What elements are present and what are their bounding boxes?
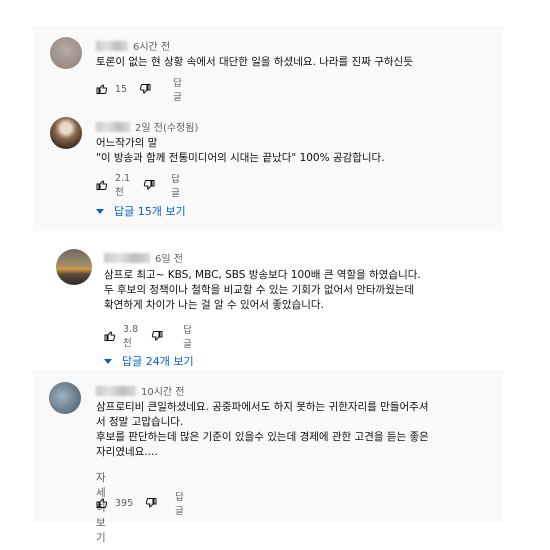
comment-line: 토론이 없는 현 상황 속에서 대단한 일을 하셨네요. 나라를 진짜 구하신듯 <box>96 56 413 68</box>
like-count: 2.1천 <box>115 172 131 198</box>
like-count: 395 <box>115 497 134 509</box>
reply-button[interactable]: 답글 <box>171 171 183 199</box>
comment-line: 확연하게 차이가 나는 걸 알 수 있어서 좋았습니다. <box>104 299 324 311</box>
comment-meta: 6일 전 <box>104 250 183 265</box>
avatar[interactable] <box>50 117 82 149</box>
thumbs-down-icon[interactable] <box>143 178 155 192</box>
comment-line: 두 후보의 정책이나 철학을 비교할 수 있는 기회가 없어서 안타까웠는데 <box>104 284 415 296</box>
avatar[interactable] <box>56 249 92 285</box>
comment-text: 토론이 없는 현 상황 속에서 대단한 일을 하셨네요. 나라를 진짜 구하신듯 <box>96 55 413 70</box>
like-count: 15 <box>115 83 128 95</box>
avatar[interactable] <box>50 37 82 69</box>
comment-actions: 2.1천 답글 <box>96 173 183 199</box>
view-replies-button[interactable]: 답글 24개 보기 <box>104 353 194 369</box>
comment-meta: 2일 전(수정됨) <box>96 119 198 134</box>
comment-line: 후보를 판단하는데 많은 기준이 있을수 있는데 경제에 관한 고견을 듣는 좋… <box>96 431 429 443</box>
author-name-blurred[interactable] <box>96 121 130 132</box>
thumbs-up-icon[interactable] <box>104 329 116 343</box>
comment-time[interactable]: 10시간 전 <box>141 383 185 398</box>
caret-down-icon <box>96 208 104 214</box>
comment-time[interactable]: 2일 전(수정됨) <box>135 119 198 134</box>
comment-line: 삼프로 최고~ KBS, MBC, SBS 방송보다 100배 큰 역할을 하였… <box>104 269 421 281</box>
thumbs-up-icon[interactable] <box>96 178 108 192</box>
thumbs-down-icon[interactable] <box>151 329 163 343</box>
comment-line: 서 정말 고맙습니다. <box>96 416 184 428</box>
reply-button[interactable]: 답글 <box>173 75 186 103</box>
comment-text: 어느작가의 말 "이 방송과 함께 전통미디어의 시대는 끝났다" 100% 공… <box>96 136 385 166</box>
view-replies-label: 답글 15개 보기 <box>114 205 186 218</box>
comment-actions: 395 답글 <box>96 492 188 517</box>
comment-line: 어느작가의 말 <box>96 137 158 149</box>
comment-time[interactable]: 6일 전 <box>155 250 183 265</box>
thumbs-up-icon[interactable] <box>96 82 108 96</box>
comment-actions: 15 답글 <box>96 78 186 103</box>
comment-text: 삼프로티비 큰일하셨네요. 공중파에서도 하지 못하는 귀한자리를 만들어주셔 … <box>96 400 429 460</box>
author-name-blurred[interactable] <box>96 40 128 51</box>
author-name-blurred[interactable] <box>104 252 150 263</box>
comment-actions: 3.8천 답글 <box>104 324 195 350</box>
caret-down-icon <box>104 358 112 364</box>
author-name-blurred[interactable] <box>96 385 136 396</box>
reply-button[interactable]: 답글 <box>175 489 188 517</box>
comment-meta: 10시간 전 <box>96 383 185 398</box>
reply-button[interactable]: 답글 <box>183 322 195 350</box>
like-count: 3.8천 <box>123 323 139 349</box>
view-replies-button[interactable]: 답글 15개 보기 <box>96 203 186 219</box>
comment-line: 삼프로티비 큰일하셨네요. 공중파에서도 하지 못하는 귀한자리를 만들어주셔 <box>96 401 429 413</box>
comment-text: 삼프로 최고~ KBS, MBC, SBS 방송보다 100배 큰 역할을 하였… <box>104 268 421 313</box>
thumbs-down-icon[interactable] <box>139 82 151 96</box>
avatar[interactable] <box>49 382 81 414</box>
view-replies-label: 답글 24개 보기 <box>122 355 194 368</box>
thumbs-up-icon[interactable] <box>96 496 108 510</box>
thumbs-down-icon[interactable] <box>145 496 157 510</box>
comment-meta: 6시간 전 <box>96 38 170 53</box>
comment-line: "이 방송과 함께 전통미디어의 시대는 끝났다" 100% 공감합니다. <box>96 152 385 164</box>
comment-line: 자리였네요.... <box>96 446 158 458</box>
comment-time[interactable]: 6시간 전 <box>133 38 170 53</box>
